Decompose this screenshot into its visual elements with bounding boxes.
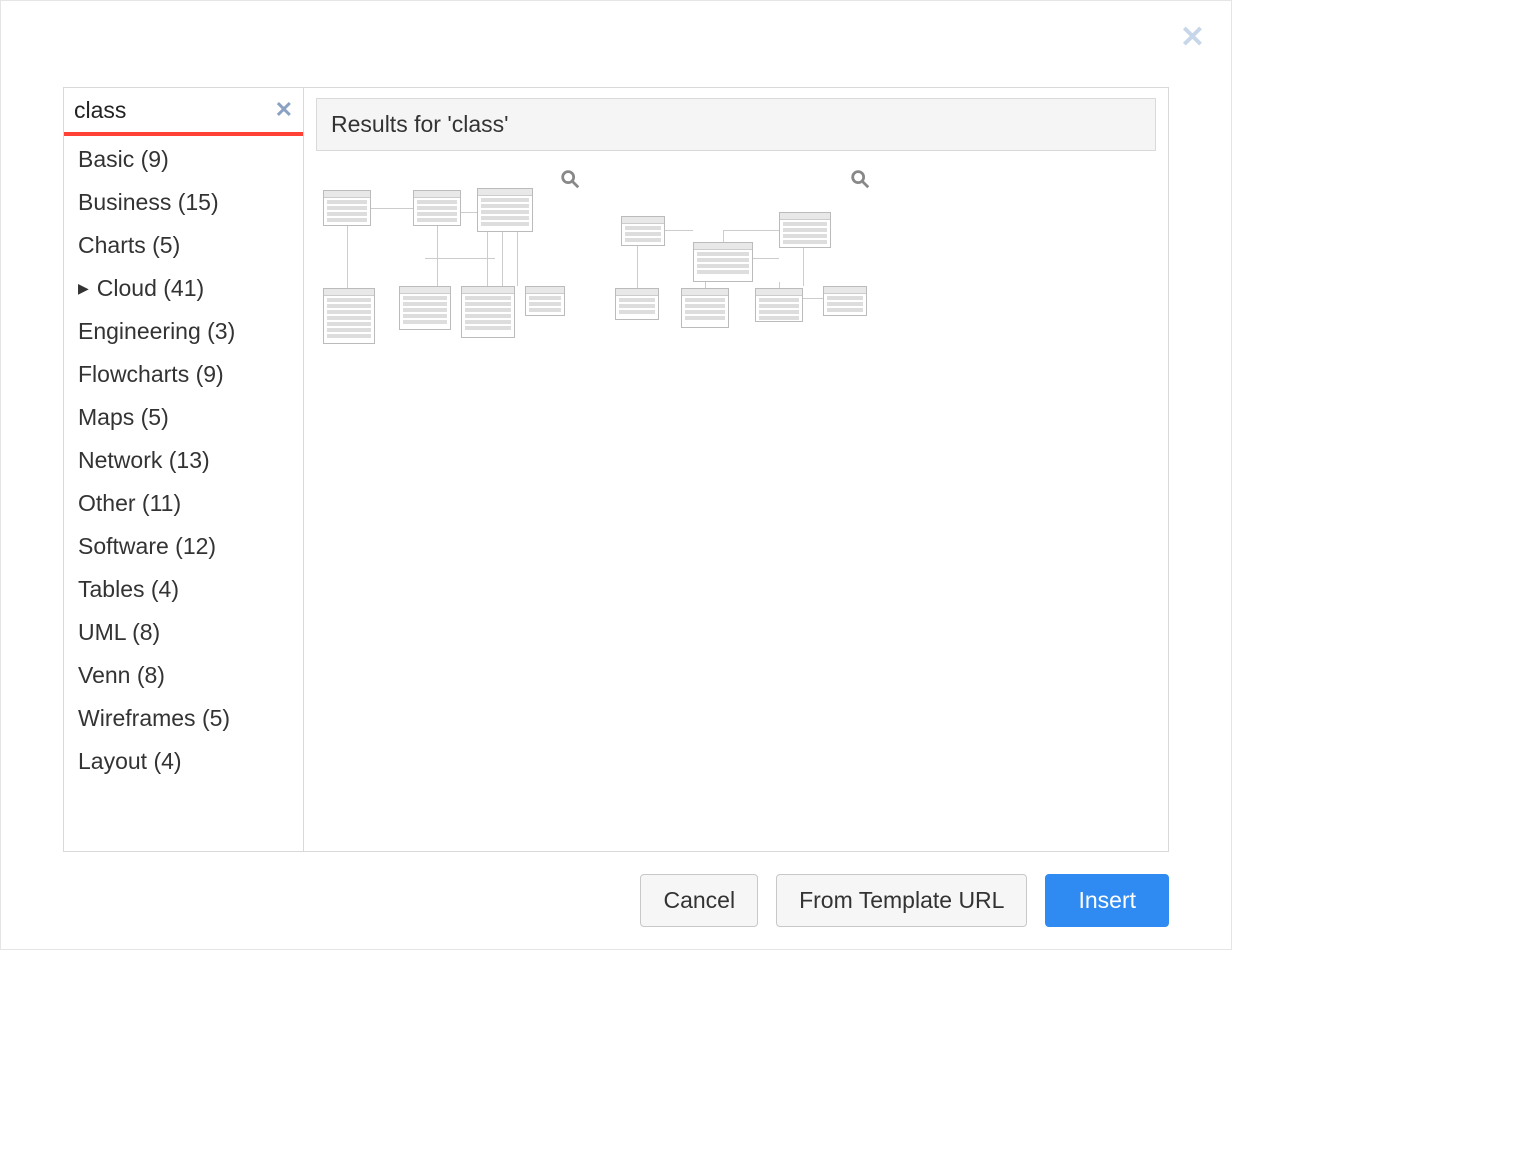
diagram-preview — [317, 168, 585, 366]
dialog-footer: Cancel From Template URL Insert — [7, 852, 1225, 943]
category-label: Basic (9) — [78, 146, 169, 173]
results-panel: Results for 'class' — [304, 88, 1168, 851]
dialog-body: ✕ Basic (9) Business (15) Charts (5) ▶ Cloud… — [63, 87, 1169, 852]
category-item[interactable]: Layout (4) — [64, 740, 303, 783]
results-header: Results for 'class' — [316, 98, 1156, 151]
close-icon[interactable]: ✕ — [1180, 23, 1205, 53]
category-item[interactable]: Other (11) — [64, 482, 303, 525]
category-item[interactable]: Maps (5) — [64, 396, 303, 439]
template-dialog: ✕ ✕ Basic (9) Business (15) Charts (5) ▶ Clo… — [0, 0, 1232, 950]
category-label: Charts (5) — [78, 232, 180, 259]
category-item[interactable]: Wireframes (5) — [64, 697, 303, 740]
category-item[interactable]: Tables (4) — [64, 568, 303, 611]
category-item[interactable]: Business (15) — [64, 181, 303, 224]
category-label: Cloud (41) — [97, 275, 204, 302]
insert-button[interactable]: Insert — [1045, 874, 1169, 927]
category-item[interactable]: Flowcharts (9) — [64, 353, 303, 396]
category-label: Maps (5) — [78, 404, 169, 431]
category-item[interactable]: Engineering (3) — [64, 310, 303, 353]
category-list: Basic (9) Business (15) Charts (5) ▶ Cloud (… — [64, 138, 303, 789]
category-label: Layout (4) — [78, 748, 182, 775]
from-template-url-button[interactable]: From Template URL — [776, 874, 1027, 927]
expand-triangle-icon: ▶ — [78, 280, 89, 297]
category-label: Venn (8) — [78, 662, 165, 689]
category-item[interactable]: Network (13) — [64, 439, 303, 482]
sidebar: ✕ Basic (9) Business (15) Charts (5) ▶ Cloud… — [64, 88, 304, 851]
template-thumbnail[interactable] — [606, 167, 876, 367]
category-label: Engineering (3) — [78, 318, 235, 345]
category-item[interactable]: Venn (8) — [64, 654, 303, 697]
cancel-button[interactable]: Cancel — [640, 874, 758, 927]
category-item[interactable]: UML (8) — [64, 611, 303, 654]
results-thumbnails — [316, 167, 1156, 367]
category-label: Flowcharts (9) — [78, 361, 224, 388]
template-thumbnail[interactable] — [316, 167, 586, 367]
search-input[interactable] — [64, 91, 303, 130]
category-label: Tables (4) — [78, 576, 179, 603]
category-label: Software (12) — [78, 533, 216, 560]
category-label: Other (11) — [78, 490, 181, 517]
category-label: UML (8) — [78, 619, 160, 646]
search-row: ✕ — [64, 88, 304, 136]
category-item[interactable]: ▶ Cloud (41) — [64, 267, 303, 310]
category-label: Network (13) — [78, 447, 210, 474]
category-item[interactable]: Basic (9) — [64, 138, 303, 181]
category-item[interactable]: Software (12) — [64, 525, 303, 568]
category-item[interactable]: Charts (5) — [64, 224, 303, 267]
category-label: Business (15) — [78, 189, 219, 216]
category-label: Wireframes (5) — [78, 705, 230, 732]
clear-search-icon[interactable]: ✕ — [275, 97, 293, 123]
diagram-preview — [607, 168, 875, 366]
